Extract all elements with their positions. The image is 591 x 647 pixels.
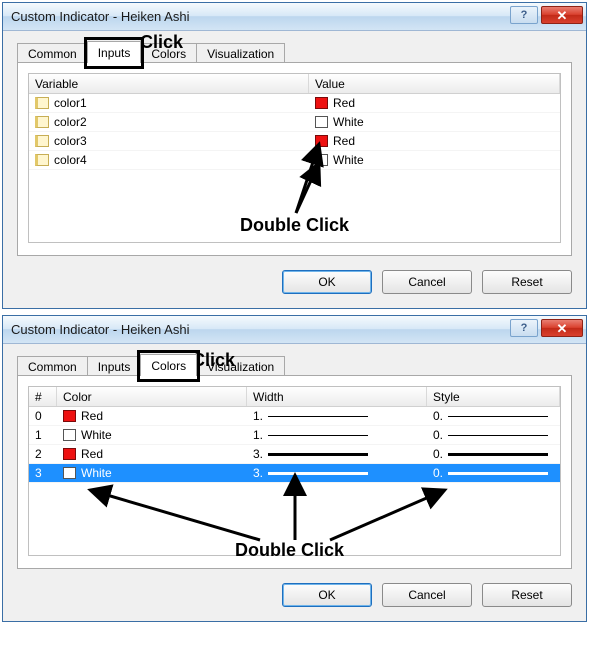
list-header: # Color Width Style [29, 387, 560, 407]
color-swatch [63, 429, 76, 441]
reset-button[interactable]: Reset [482, 270, 572, 294]
table-row[interactable]: color1 Red [29, 94, 560, 113]
header-style[interactable]: Style [427, 387, 560, 406]
tab-colors[interactable]: Colors [140, 43, 197, 63]
list-header: Variable Value [29, 74, 560, 94]
header-variable[interactable]: Variable [29, 74, 309, 93]
line-sample [448, 472, 548, 475]
window-title: Custom Indicator - Heiken Ashi [11, 322, 189, 337]
header-color[interactable]: Color [57, 387, 247, 406]
line-sample [268, 435, 368, 436]
line-sample [268, 453, 368, 456]
property-icon [35, 154, 49, 166]
ok-button[interactable]: OK [282, 270, 372, 294]
colors-listview[interactable]: # Color Width Style 0 Red 1. 0. 1 White … [28, 386, 561, 556]
table-row[interactable]: color4 White [29, 151, 560, 170]
table-row[interactable]: 0 Red 1. 0. [29, 407, 560, 426]
window-title: Custom Indicator - Heiken Ashi [11, 9, 189, 24]
titlebar[interactable]: Custom Indicator - Heiken Ashi ? ✕ [3, 3, 586, 31]
tabstrip: Common Inputs Colors Visualization [17, 354, 572, 376]
property-icon [35, 116, 49, 128]
table-row[interactable]: color2 White [29, 113, 560, 132]
color-swatch [315, 116, 328, 128]
tab-panel-inputs: Variable Value color1 Red color2 White c… [17, 62, 572, 256]
close-button[interactable]: ✕ [541, 6, 583, 24]
property-icon [35, 97, 49, 109]
dialog-colors: Custom Indicator - Heiken Ashi ? ✕ Commo… [2, 315, 587, 622]
line-sample [448, 416, 548, 417]
tab-inputs[interactable]: Inputs [87, 356, 142, 376]
cancel-button[interactable]: Cancel [382, 270, 472, 294]
table-row[interactable]: 3 White 3. 0. [29, 464, 560, 483]
button-row: OK Cancel Reset [17, 270, 572, 294]
line-sample [448, 435, 548, 436]
inputs-listview[interactable]: Variable Value color1 Red color2 White c… [28, 73, 561, 243]
tab-panel-colors: # Color Width Style 0 Red 1. 0. 1 White … [17, 375, 572, 569]
tab-common[interactable]: Common [17, 356, 88, 376]
close-button[interactable]: ✕ [541, 319, 583, 337]
header-width[interactable]: Width [247, 387, 427, 406]
color-swatch [315, 97, 328, 109]
dialog-inputs: Custom Indicator - Heiken Ashi ? ✕ Commo… [2, 2, 587, 309]
header-idx[interactable]: # [29, 387, 57, 406]
line-sample [448, 453, 548, 456]
table-row[interactable]: 1 White 1. 0. [29, 426, 560, 445]
line-sample [268, 416, 368, 417]
titlebar[interactable]: Custom Indicator - Heiken Ashi ? ✕ [3, 316, 586, 344]
color-swatch [63, 448, 76, 460]
line-sample [268, 472, 368, 475]
table-row[interactable]: color3 Red [29, 132, 560, 151]
help-button[interactable]: ? [510, 319, 538, 337]
color-swatch [63, 467, 76, 479]
tabstrip: Common Inputs Colors Visualization [17, 41, 572, 63]
color-swatch [315, 154, 328, 166]
tab-visualization[interactable]: Visualization [196, 356, 285, 376]
tab-common[interactable]: Common [17, 43, 88, 63]
tab-inputs[interactable]: Inputs [87, 41, 142, 63]
property-icon [35, 135, 49, 147]
table-row[interactable]: 2 Red 3. 0. [29, 445, 560, 464]
color-swatch [315, 135, 328, 147]
tab-visualization[interactable]: Visualization [196, 43, 285, 63]
color-swatch [63, 410, 76, 422]
cancel-button[interactable]: Cancel [382, 583, 472, 607]
ok-button[interactable]: OK [282, 583, 372, 607]
reset-button[interactable]: Reset [482, 583, 572, 607]
tab-colors[interactable]: Colors [140, 354, 197, 376]
button-row: OK Cancel Reset [17, 583, 572, 607]
help-button[interactable]: ? [510, 6, 538, 24]
header-value[interactable]: Value [309, 74, 560, 93]
